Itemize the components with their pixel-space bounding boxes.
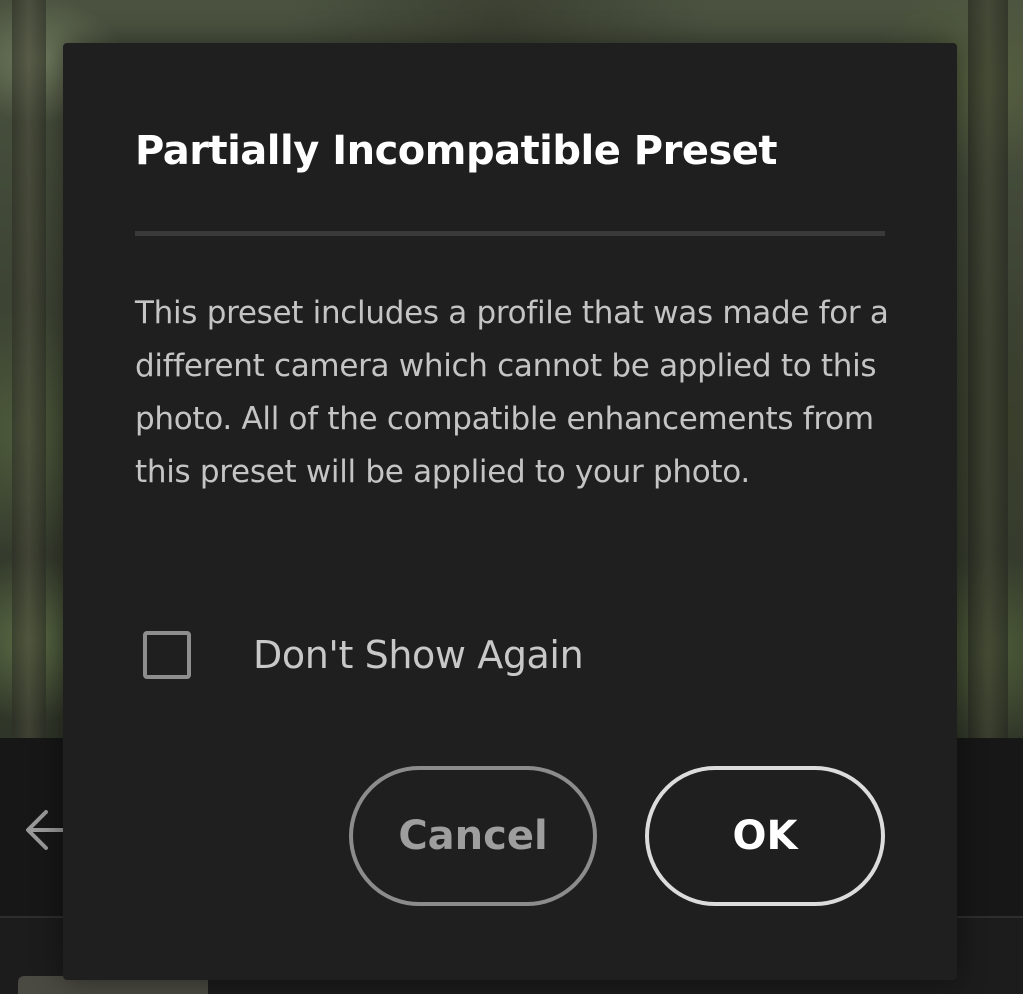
tree-trunk-right bbox=[968, 0, 1008, 738]
arrow-left-icon[interactable] bbox=[24, 800, 68, 860]
ok-button[interactable]: OK bbox=[645, 766, 885, 906]
tree-trunk-left bbox=[12, 0, 46, 738]
cancel-button[interactable]: Cancel bbox=[349, 766, 597, 906]
dialog-title: Partially Incompatible Preset bbox=[135, 128, 778, 174]
dialog-message: This preset includes a profile that was … bbox=[135, 295, 889, 490]
preset-warning-dialog: Partially Incompatible Preset This prese… bbox=[63, 43, 957, 980]
app-screen: Partially Incompatible Preset This prese… bbox=[0, 0, 1023, 994]
dont-show-again-label[interactable]: Don't Show Again bbox=[253, 625, 584, 685]
dont-show-again-checkbox[interactable] bbox=[143, 631, 191, 679]
title-divider bbox=[135, 231, 885, 236]
dont-show-again-checkbox-row[interactable]: Don't Show Again bbox=[143, 623, 584, 687]
